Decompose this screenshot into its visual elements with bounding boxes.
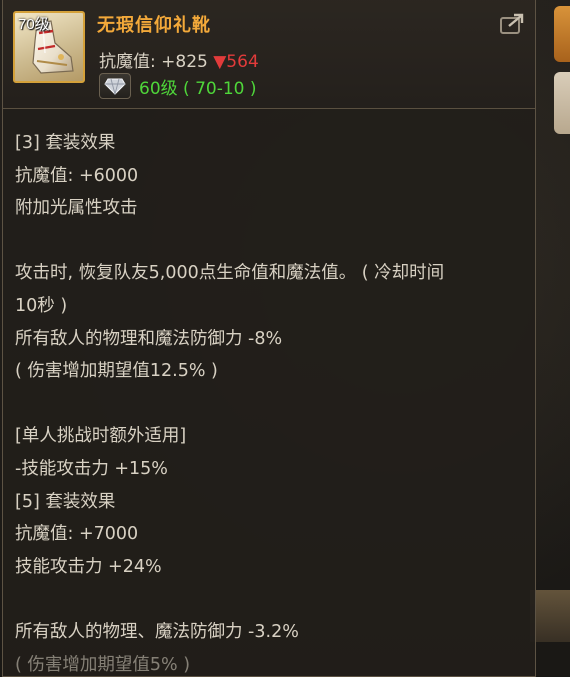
tooltip-description: [3] 套装效果 抗魔值: +6000 附加光属性攻击 攻击时, 恢复队友5,0…: [3, 109, 535, 676]
gem-level-text: 60级 ( 70-10 ): [139, 78, 257, 99]
desc-line: [5] 套装效果: [15, 491, 116, 512]
item-portrait[interactable]: 70级: [13, 11, 85, 83]
desc-line: 所有敌人的物理和魔法防御力 -8%: [15, 328, 283, 349]
background-panel-edge: [530, 590, 570, 642]
gem-row: 60级 ( 70-10 ): [99, 73, 257, 99]
diamond-icon: [99, 73, 131, 99]
desc-line: 附加光属性攻击: [15, 198, 138, 219]
game-screen: 70级 无瑕信仰礼靴 抗魔值: +825 ▼564 60级 ( 70-10 ): [0, 0, 570, 677]
tooltip-header: 70级 无瑕信仰礼靴 抗魔值: +825 ▼564 60级 ( 70-10 ): [3, 0, 535, 109]
item-name: 无瑕信仰礼靴: [97, 15, 211, 36]
desc-line: [单人挑战时额外适用]: [15, 426, 187, 447]
desc-line: 抗魔值: +7000: [15, 524, 139, 545]
background-side-tab[interactable]: [554, 6, 570, 62]
desc-line: 抗魔值: +6000: [15, 165, 139, 186]
desc-line: 10秒 ): [15, 295, 68, 316]
desc-line: 攻击时, 恢复队友5,000点生命值和魔法值。 ( 冷却时间: [15, 263, 445, 284]
desc-line: 技能攻击力 +24%: [15, 556, 162, 577]
desc-line: -技能攻击力 +15%: [15, 458, 168, 479]
desc-line-blank: [15, 388, 523, 421]
desc-line-blank: [15, 583, 523, 616]
item-level-tag: 70级: [18, 16, 50, 33]
stat-decrease: ▼564: [213, 52, 259, 72]
desc-line: [3] 套装效果: [15, 133, 116, 153]
share-icon[interactable]: [499, 12, 525, 36]
item-tooltip: 70级 无瑕信仰礼靴 抗魔值: +825 ▼564 60级 ( 70-10 ): [2, 0, 536, 677]
desc-line-cut-off: ( 伤害增加期望值5% ): [15, 654, 191, 675]
desc-line-blank: [15, 225, 523, 258]
item-main-stat: 抗魔值: +825 ▼564: [99, 47, 259, 72]
desc-line: 所有敌人的物理、魔法防御力 -3.2%: [15, 621, 299, 642]
background-side-tab-secondary[interactable]: [554, 72, 570, 134]
desc-line: ( 伤害增加期望值12.5% ): [15, 361, 218, 382]
stat-label: 抗魔值: +825: [99, 52, 214, 72]
